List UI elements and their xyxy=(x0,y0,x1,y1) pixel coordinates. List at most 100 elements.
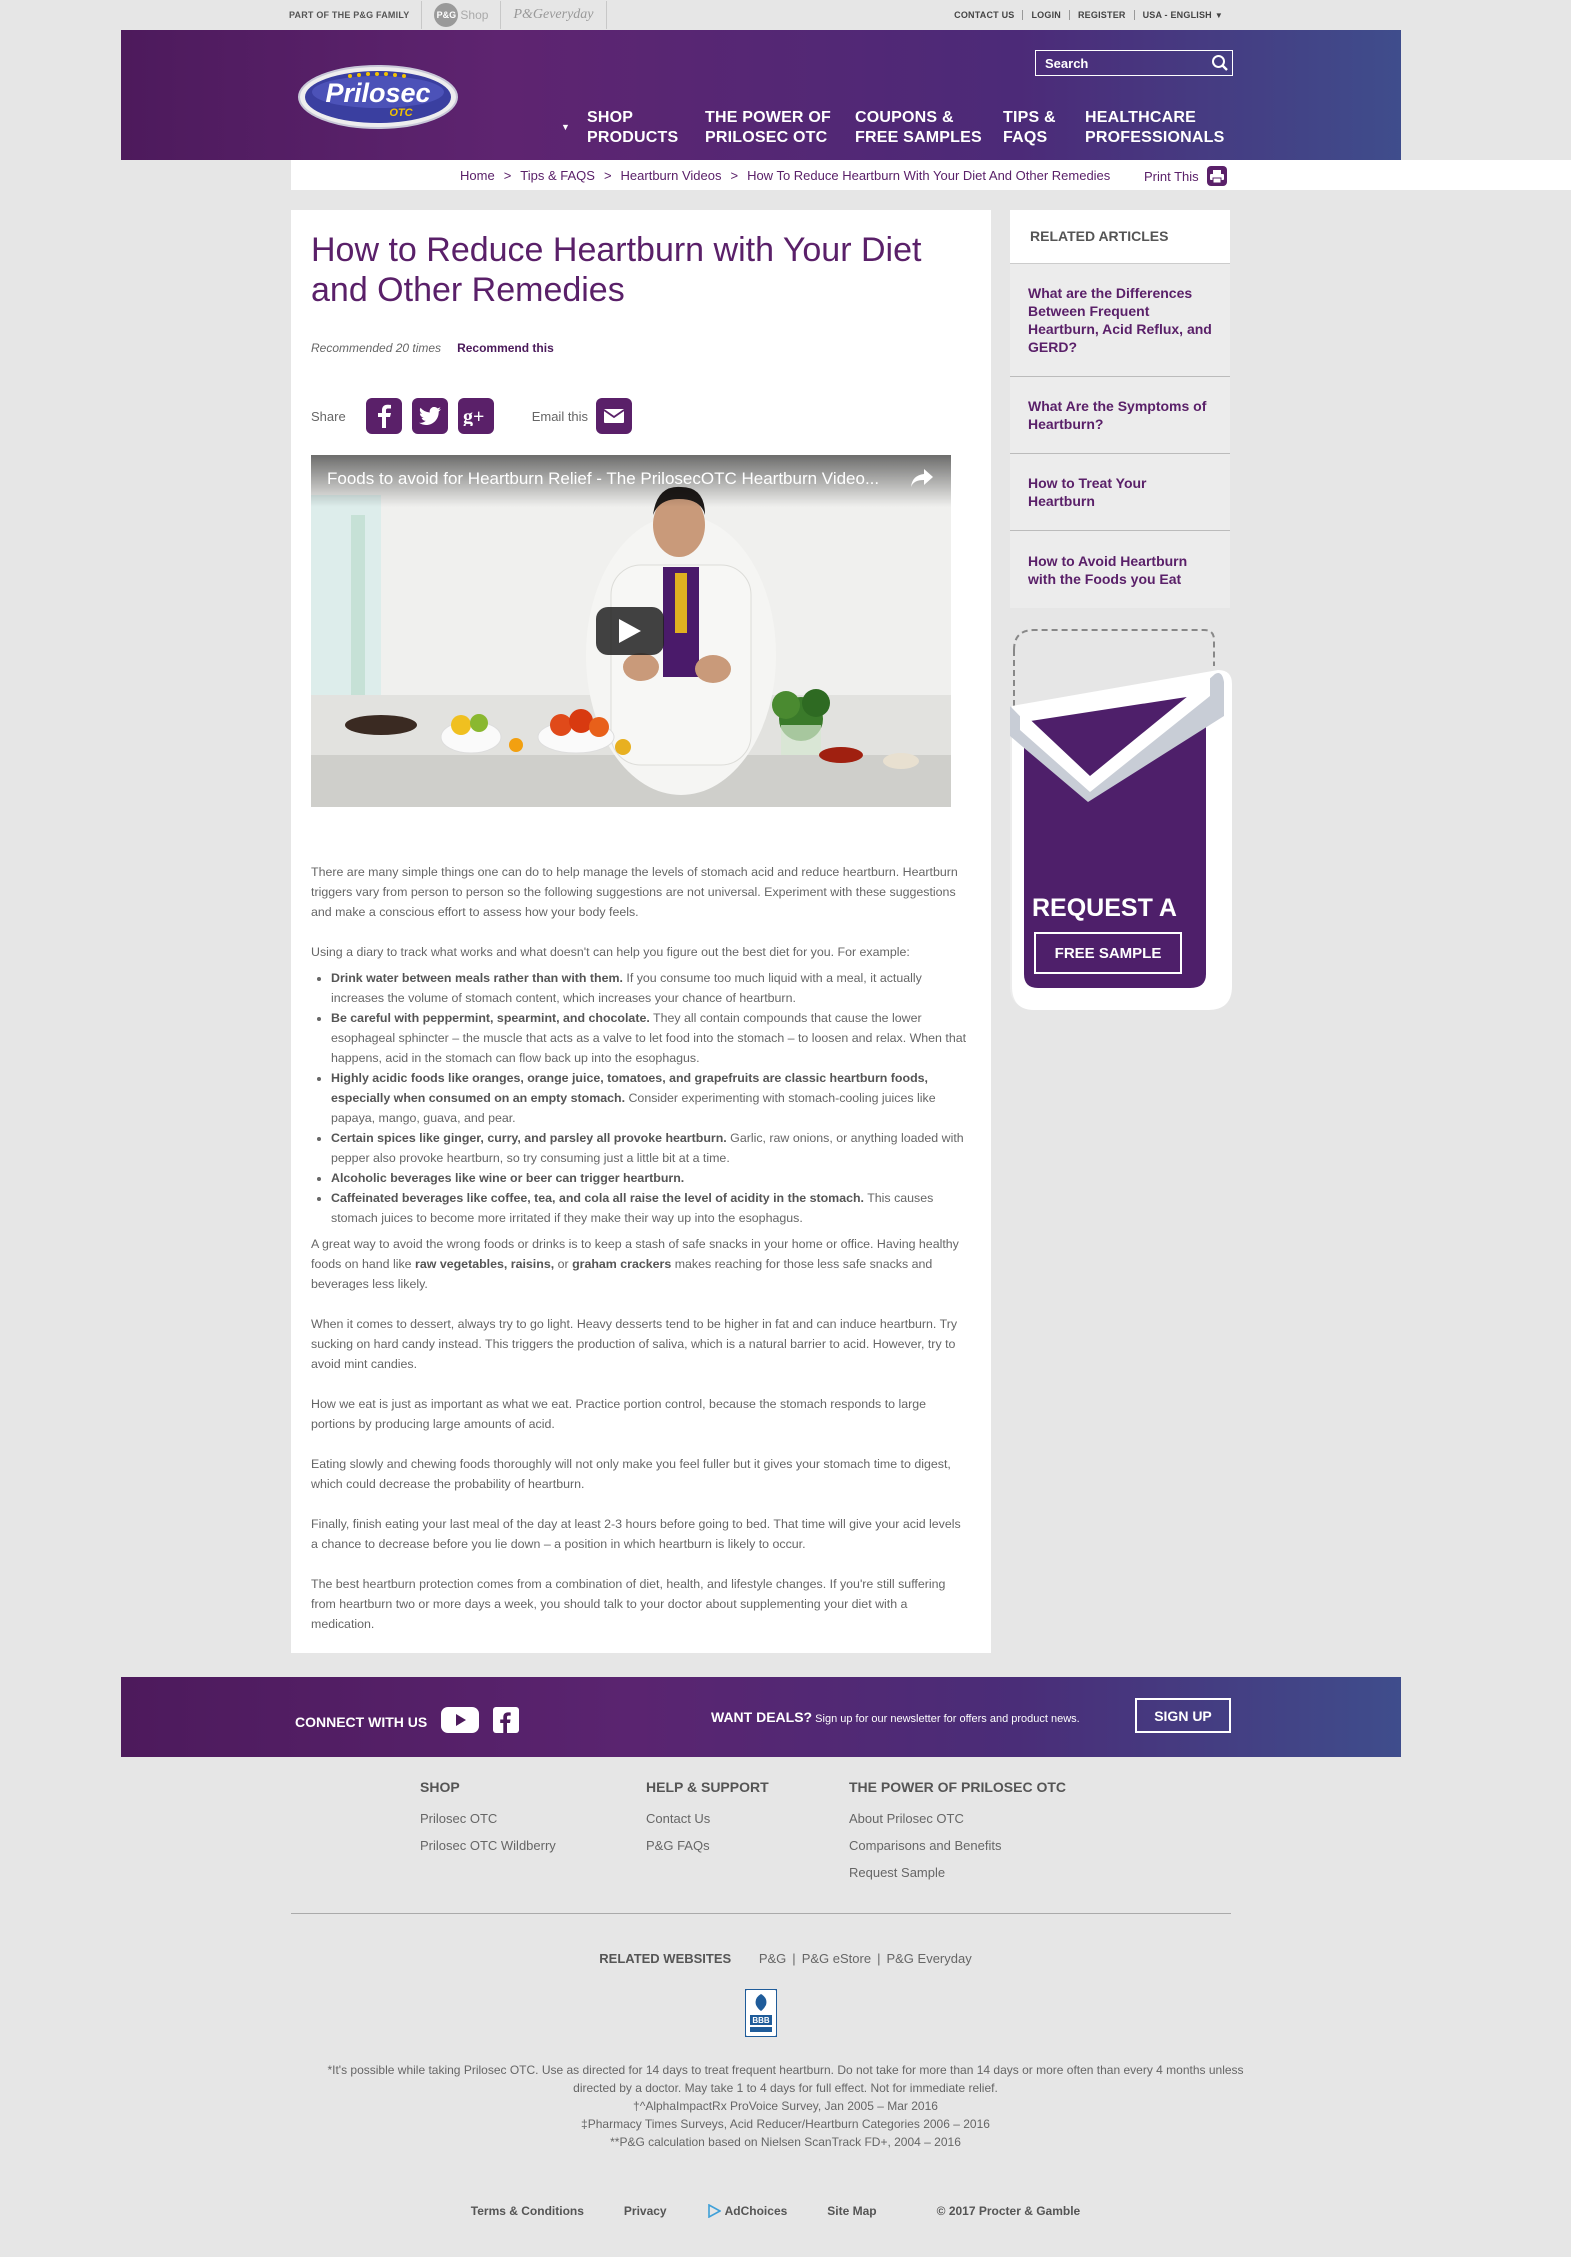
nav-power-of-prilosec[interactable]: THE POWER OF PRILOSEC OTC xyxy=(705,108,831,148)
terms-link[interactable]: Terms & Conditions xyxy=(471,2204,584,2218)
related-article-link[interactable]: How to Avoid Heartburn with the Foods yo… xyxy=(1010,531,1230,608)
nav-shop-products[interactable]: SHOP PRODUCTS xyxy=(587,108,678,148)
footer-link[interactable]: About Prilosec OTC xyxy=(849,1811,1066,1826)
privacy-link[interactable]: Privacy xyxy=(624,2204,667,2218)
svg-text:g+: g+ xyxy=(463,406,484,426)
video-player[interactable]: Foods to avoid for Heartburn Relief - Th… xyxy=(311,455,951,807)
printer-icon xyxy=(1206,166,1227,186)
pg-family-label: PART OF THE P&G FAMILY xyxy=(289,10,410,20)
footer-link[interactable]: Request Sample xyxy=(849,1865,1066,1880)
want-deals-text: Sign up for our newsletter for offers an… xyxy=(812,1713,1080,1725)
footer-band: CONNECT WITH US WANT DEALS? Sign up for … xyxy=(121,1677,1401,1757)
paragraph: A great way to avoid the wrong foods or … xyxy=(311,1237,959,1291)
google-plus-icon: g+ xyxy=(463,406,484,426)
free-sample-card[interactable]: REQUEST A FREE SAMPLE xyxy=(1010,626,1232,1012)
footer-link[interactable]: Prilosec OTC xyxy=(420,1811,556,1826)
breadcrumb: Home > Tips & FAQS > Heartburn Videos > … xyxy=(460,160,1110,190)
recommend-button[interactable]: Recommend this xyxy=(457,341,554,355)
copyright: © 2017 Procter & Gamble xyxy=(936,2204,1081,2218)
twitter-icon xyxy=(418,407,441,425)
sign-up-button[interactable]: SIGN UP xyxy=(1135,1698,1231,1733)
disclaimer-line: ‡Pharmacy Times Surveys, Acid Reducer/He… xyxy=(581,2117,990,2131)
video-title[interactable]: Foods to avoid for Heartburn Relief - Th… xyxy=(327,469,879,489)
facebook-icon xyxy=(377,404,391,428)
breadcrumb-heartburn-videos[interactable]: Heartburn Videos xyxy=(621,168,722,183)
register-link[interactable]: REGISTER xyxy=(1070,10,1134,20)
contact-us-link[interactable]: CONTACT US xyxy=(946,10,1022,20)
free-sample-button[interactable]: FREE SAMPLE xyxy=(1034,932,1182,974)
paragraph: Eating slowly and chewing foods thorough… xyxy=(311,1457,951,1491)
youtube-icon xyxy=(441,1707,480,1733)
related-article-link[interactable]: What are the Differences Between Frequen… xyxy=(1010,264,1230,377)
play-icon xyxy=(619,619,641,643)
nav-tips-faqs[interactable]: TIPS & FAQS xyxy=(1003,108,1056,148)
facebook-share-button[interactable] xyxy=(365,398,402,434)
breadcrumb-tips-faqs[interactable]: Tips & FAQS xyxy=(520,168,595,183)
want-deals-label: WANT DEALS? xyxy=(711,1709,813,1725)
disclaimer-line: *It's possible while taking Prilosec OTC… xyxy=(327,2063,1244,2095)
related-websites-label: RELATED WEBSITES xyxy=(599,1951,732,1966)
bbb-icon: BBB xyxy=(744,1988,778,2038)
related-site-link[interactable]: P&G eStore xyxy=(802,1951,871,1966)
site-map-link[interactable]: Site Map xyxy=(827,2204,876,2218)
paragraph: When it comes to dessert, always try to … xyxy=(311,1317,958,1371)
youtube-link[interactable] xyxy=(441,1707,480,1736)
list-item: Be careful with peppermint, spearmint, a… xyxy=(331,1008,971,1068)
divider: | xyxy=(792,1951,796,1966)
footer-link[interactable]: Prilosec OTC Wildberry xyxy=(420,1838,556,1853)
svg-text:BBB: BBB xyxy=(752,2016,770,2025)
facebook-link[interactable] xyxy=(493,1707,520,1736)
footer-link[interactable]: Comparisons and Benefits xyxy=(849,1838,1066,1853)
prilosec-logo-icon: Prilosec OTC xyxy=(298,65,458,129)
list-item: Alcoholic beverages like wine or beer ca… xyxy=(331,1168,971,1188)
pg-logo-icon: P&G xyxy=(434,3,459,27)
nav-coupons-samples[interactable]: COUPONS & FREE SAMPLES xyxy=(855,108,982,148)
related-article-link[interactable]: How to Treat Your Heartburn xyxy=(1010,454,1230,531)
article-body: There are many simple things one can do … xyxy=(311,862,971,1654)
pg-shop-link[interactable]: P&G Shop xyxy=(422,3,500,27)
utility-bar: PART OF THE P&G FAMILY P&G Shop P&Gevery… xyxy=(0,0,1571,30)
list-item: Caffeinated beverages like coffee, tea, … xyxy=(331,1188,971,1228)
breadcrumb-separator: > xyxy=(730,167,739,183)
footer-link[interactable]: P&G FAQs xyxy=(646,1838,769,1853)
disclaimer: *It's possible while taking Prilosec OTC… xyxy=(0,2061,1571,2151)
email-share-button[interactable] xyxy=(596,398,633,434)
related-articles: RELATED ARTICLES What are the Difference… xyxy=(1010,210,1230,608)
facebook-icon xyxy=(493,1707,520,1733)
print-this-label: Print This xyxy=(1144,168,1199,184)
locale-label: USA - ENGLISH xyxy=(1142,10,1212,20)
footer-link[interactable]: Contact Us xyxy=(646,1811,769,1826)
related-site-link[interactable]: P&G xyxy=(759,1951,786,1966)
play-button[interactable] xyxy=(596,607,664,655)
search-icon[interactable] xyxy=(1211,54,1229,77)
nav-healthcare-professionals[interactable]: HEALTHCARE PROFESSIONALS xyxy=(1085,108,1225,148)
pg-everyday-link[interactable]: P&Geveryday xyxy=(501,7,605,23)
prilosec-logo[interactable]: Prilosec OTC xyxy=(297,64,459,135)
list-item: Certain spices like ginger, curry, and p… xyxy=(331,1128,971,1168)
connect-label: CONNECT WITH US xyxy=(295,1713,428,1730)
breadcrumb-separator: > xyxy=(503,167,512,183)
pg-family-bar: PART OF THE P&G FAMILY P&G Shop P&Gevery… xyxy=(289,0,607,30)
related-article-link[interactable]: What Are the Symptoms of Heartburn? xyxy=(1010,377,1230,454)
chevron-down-icon: ▼ xyxy=(561,122,570,132)
google-plus-share-button[interactable]: g+ xyxy=(457,398,494,434)
search-input[interactable] xyxy=(1045,55,1205,71)
bbb-badge[interactable]: BBB xyxy=(744,1988,778,2038)
print-this-button[interactable]: Print This xyxy=(1144,166,1227,186)
list-item: Highly acidic foods like oranges, orange… xyxy=(331,1068,971,1128)
share-arrow-icon[interactable] xyxy=(911,469,933,492)
paragraph: The best heartburn protection comes from… xyxy=(311,1577,946,1631)
locale-selector[interactable]: USA - ENGLISH ▼ xyxy=(1135,10,1231,20)
breadcrumb-separator: > xyxy=(603,167,612,183)
breadcrumb-bar: Home > Tips & FAQS > Heartburn Videos > … xyxy=(291,160,1571,190)
footer-divider xyxy=(291,1913,1231,1914)
twitter-share-button[interactable] xyxy=(411,398,448,434)
login-link[interactable]: LOGIN xyxy=(1023,10,1069,20)
related-site-link[interactable]: P&G Everyday xyxy=(886,1951,971,1966)
breadcrumb-home[interactable]: Home xyxy=(460,168,495,183)
page-title: How to Reduce Heartburn with Your Diet a… xyxy=(311,231,922,309)
connect-with-us: CONNECT WITH US xyxy=(295,1707,520,1736)
divider: | xyxy=(877,1951,881,1966)
adchoices-link[interactable]: AdChoices xyxy=(725,2204,788,2218)
email-label: Email this xyxy=(531,408,589,424)
